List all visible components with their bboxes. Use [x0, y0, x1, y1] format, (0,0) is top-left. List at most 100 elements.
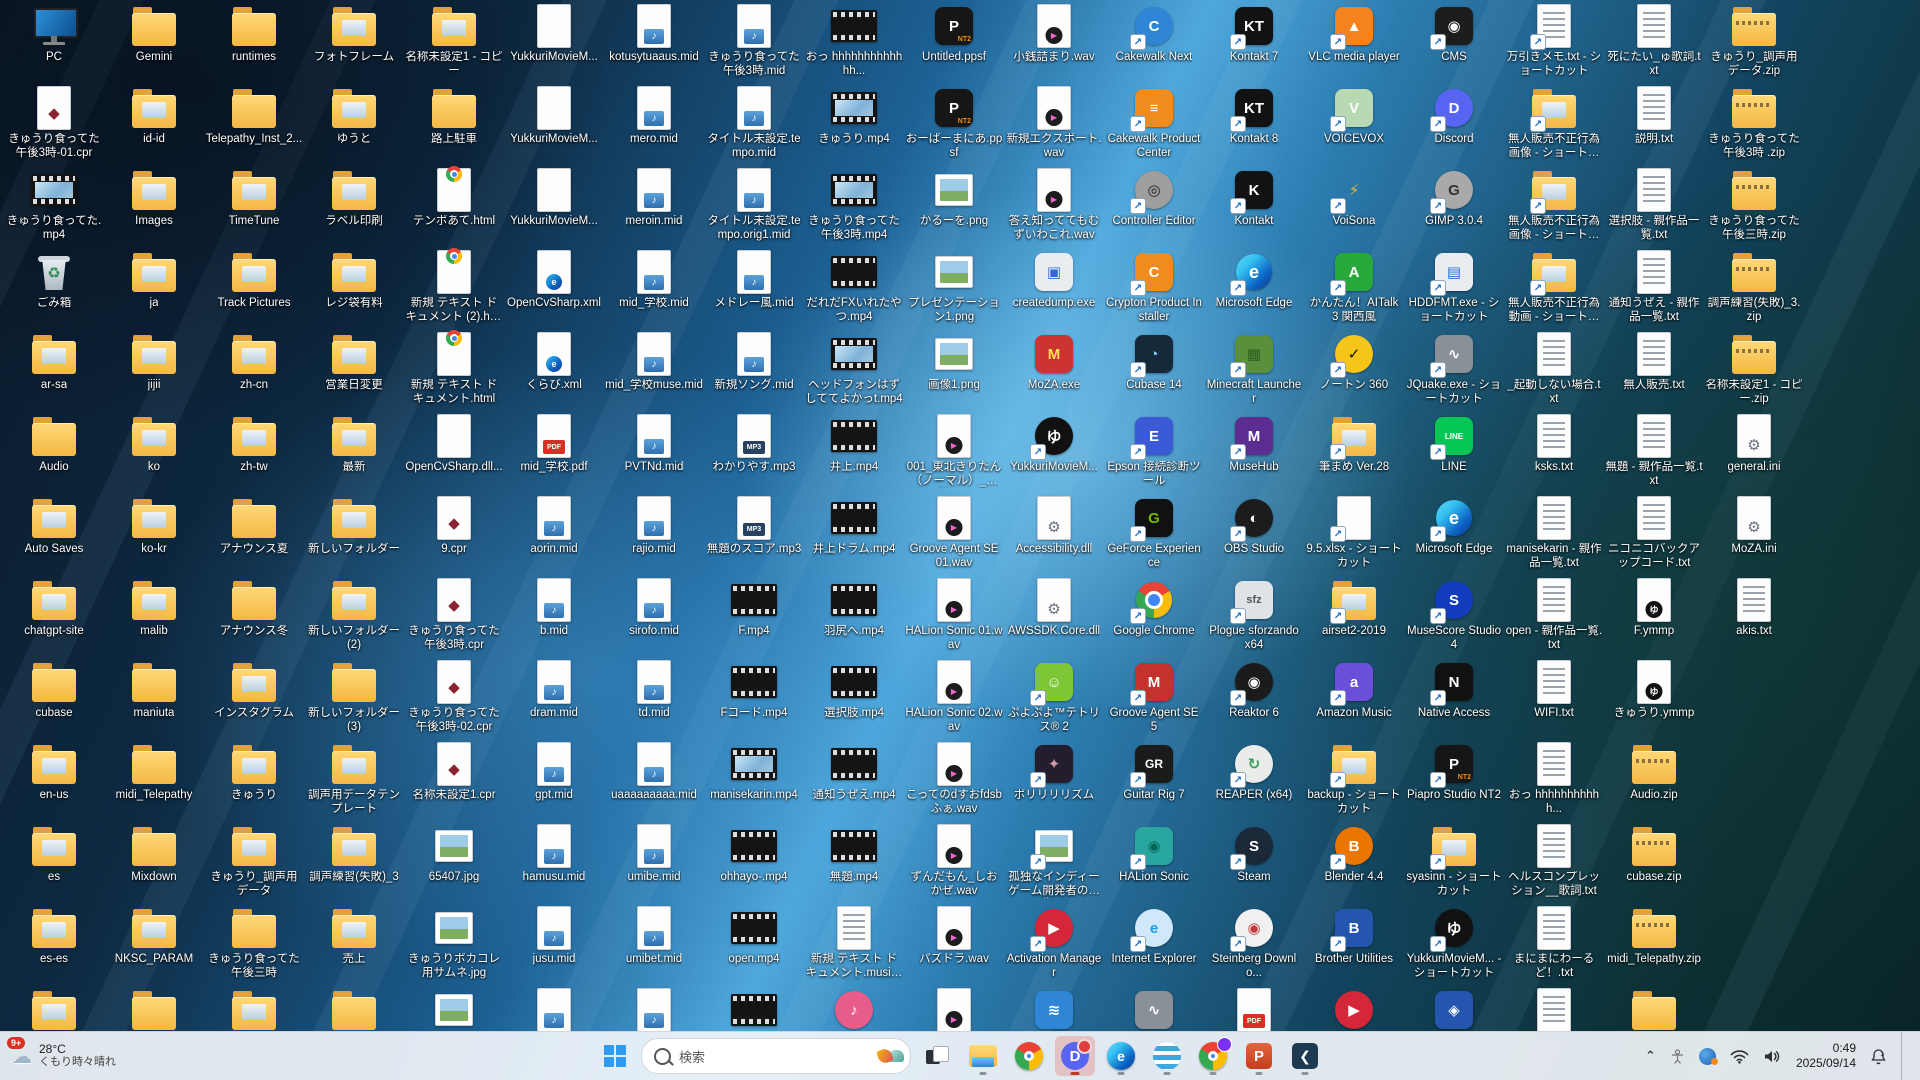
desktop-icon[interactable]: P NT2 ↗ Piapro Studio NT2	[1404, 740, 1504, 820]
weather-widget[interactable]: ☁ 9+ 28°C くもり時々晴れ	[0, 1032, 128, 1080]
desktop-icon[interactable]: ◐ ↗ OBS Studio	[1204, 494, 1304, 574]
desktop-icon[interactable]: ↗ Google Chrome	[1104, 576, 1204, 656]
desktop-icon[interactable]: 最新	[304, 412, 404, 492]
desktop-icon[interactable]: D ↗ Discord	[1404, 84, 1504, 164]
desktop-icon[interactable]: 新規 テキスト ドキュメント.musicxml	[804, 904, 904, 984]
desktop-icon[interactable]: Auto Saves	[4, 494, 104, 574]
desktop-icon[interactable]: C ↗ Cakewalk Next	[1104, 2, 1204, 82]
desktop-icon[interactable]: 無人販売.txt	[1604, 330, 1704, 410]
desktop-icon[interactable]: ♪ aorin.mid	[504, 494, 604, 574]
desktop-icon[interactable]: きゅうり食ってた.mp4	[4, 166, 104, 246]
desktop-icon[interactable]: C ↗ Crypton Product Installer	[1104, 248, 1204, 328]
taskbar-task-view-button[interactable]	[917, 1036, 957, 1076]
desktop-icon[interactable]: ♪ mid_学校muse.mid	[604, 330, 704, 410]
desktop-icon[interactable]: MP3 無題のスコア.mp3	[704, 494, 804, 574]
desktop-icon[interactable]: ▶ 新規エクスポート.wav	[1004, 84, 1104, 164]
desktop-icon[interactable]: chatgpt-site	[4, 576, 104, 656]
desktop-icon[interactable]: ↗無人販売不正行為画像 - ショートカット	[1504, 166, 1604, 246]
desktop-icon[interactable]: 売上	[304, 904, 404, 984]
desktop-icon[interactable]: 説明.txt	[1604, 84, 1704, 164]
desktop-icon[interactable]: だれだFXいれたやつ.mp4	[804, 248, 904, 328]
taskbar-chrome-profile-button[interactable]	[1193, 1036, 1233, 1076]
desktop-icon[interactable]: ゆ F.ymmp	[1604, 576, 1704, 656]
desktop-icon[interactable]: A ↗ かんたん！AITalk 3 関西風	[1304, 248, 1404, 328]
desktop-icon[interactable]: ♪ umibet.mid	[604, 904, 704, 984]
desktop-icon[interactable]: jijii	[104, 330, 204, 410]
desktop-icon[interactable]: ↗ airset2-2019	[1304, 576, 1404, 656]
volume-icon[interactable]	[1763, 1049, 1782, 1064]
desktop-icon[interactable]: Gemini	[104, 2, 204, 82]
desktop-icon[interactable]: ▣ createdump.exe	[1004, 248, 1104, 328]
desktop-icon[interactable]: 羽尻へ.mp4	[804, 576, 904, 656]
desktop-icon[interactable]: ▶ 001_東北きりたん（ノーマル）_今じゃ...	[904, 412, 1004, 492]
desktop-icon[interactable]: ▶ HALion Sonic 01.wav	[904, 576, 1004, 656]
desktop-icon[interactable]: 井上ドラム.mp4	[804, 494, 904, 574]
desktop-icon[interactable]: 営業日変更	[304, 330, 404, 410]
accessibility-icon[interactable]	[1670, 1048, 1685, 1064]
desktop-icon[interactable]: 65407.jpg	[404, 822, 504, 902]
desktop-icon[interactable]: ♪ sirofo.mid	[604, 576, 704, 656]
desktop-icon[interactable]: ◆ 名称未設定1.cpr	[404, 740, 504, 820]
desktop-icon[interactable]: 調声練習(失敗)_3.zip	[1704, 248, 1804, 328]
desktop-icon[interactable]: ◆ 9.cpr	[404, 494, 504, 574]
desktop-icon[interactable]: YukkuriMovieM...	[504, 2, 604, 82]
desktop-icon[interactable]: M ↗ Groove Agent SE 5	[1104, 658, 1204, 738]
desktop-icon[interactable]: ⚙ general.ini	[1704, 412, 1804, 492]
desktop-icon[interactable]: ↗ syasinn - ショートカット	[1404, 822, 1504, 902]
desktop-icon[interactable]: e ↗ Microsoft Edge	[1204, 248, 1304, 328]
desktop-icon[interactable]: LINE ↗ LINE	[1404, 412, 1504, 492]
clock[interactable]: 0:49 2025/09/14	[1796, 1041, 1856, 1071]
desktop-icon[interactable]: ja	[104, 248, 204, 328]
desktop-icon[interactable]: manisekarin - 親作品一覧.txt	[1504, 494, 1604, 574]
desktop-icon[interactable]: ↻ ↗ REAPER (x64)	[1204, 740, 1304, 820]
desktop-icon[interactable]: midi_Telepathy	[104, 740, 204, 820]
desktop-icon[interactable]: OpenCvSharp.dll...	[404, 412, 504, 492]
desktop-icon[interactable]: ♪ メドレー風.mid	[704, 248, 804, 328]
desktop-icon[interactable]: 調声用データテンプレート	[304, 740, 404, 820]
desktop-icon[interactable]: e OpenCvSharp.xml	[504, 248, 604, 328]
taskbar-start-button[interactable]	[595, 1036, 635, 1076]
desktop-icon[interactable]: ⚙ MoZA.ini	[1704, 494, 1804, 574]
desktop-icon[interactable]: K ↗ Kontakt	[1204, 166, 1304, 246]
desktop-icon[interactable]: ♪ mero.mid	[604, 84, 704, 164]
desktop-icon[interactable]: ♪ hamusu.mid	[504, 822, 604, 902]
desktop-icon[interactable]: きゅうり食ってた午後3時 .zip	[1704, 84, 1804, 164]
desktop-icon[interactable]: ♪ タイトル未設定.tempo.orig1.mid	[704, 166, 804, 246]
desktop-icon[interactable]: 井上.mp4	[804, 412, 904, 492]
desktop-icon[interactable]: ◉ ↗ Reaktor 6	[1204, 658, 1304, 738]
desktop-icon[interactable]: きゅうり.mp4	[804, 84, 904, 164]
desktop-icon[interactable]: M MoZA.exe	[1004, 330, 1104, 410]
desktop-icon[interactable]: ar-sa	[4, 330, 104, 410]
desktop-icon[interactable]: ◉ ↗ CMS	[1404, 2, 1504, 82]
desktop-icon[interactable]: ▤ ↗ HDDFMT.exe - ショートカット	[1404, 248, 1504, 328]
desktop-icon[interactable]: B ↗ Blender 4.4	[1304, 822, 1404, 902]
desktop-icon[interactable]: ♪ rajio.mid	[604, 494, 704, 574]
desktop-icon[interactable]: 無題.mp4	[804, 822, 904, 902]
desktop-icon[interactable]: きゅうり食ってた午後三時.zip	[1704, 166, 1804, 246]
desktop-icon[interactable]: Telepathy_Inst_2...	[204, 84, 304, 164]
desktop-icon[interactable]: e くらび.xml	[504, 330, 604, 410]
desktop-icon[interactable]: S ↗ MuseScore Studio 4	[1404, 576, 1504, 656]
desktop-icon[interactable]: ゆきゅうり.ymmp	[1604, 658, 1704, 738]
desktop-icon[interactable]: G ↗ GIMP 3.0.4	[1404, 166, 1504, 246]
desktop-icon[interactable]: おっ hhhhhhhhhhhhh...	[804, 2, 904, 82]
desktop-icon[interactable]: zh-tw	[204, 412, 304, 492]
desktop-icon[interactable]: midi_Telepathy.zip	[1604, 904, 1704, 984]
desktop-icon[interactable]: zh-cn	[204, 330, 304, 410]
desktop-icon[interactable]: ko-kr	[104, 494, 204, 574]
desktop-icon[interactable]: Track Pictures	[204, 248, 304, 328]
desktop-icon[interactable]: ニコニコバックアップコード.txt	[1604, 494, 1704, 574]
desktop-icon[interactable]: e ↗ Microsoft Edge	[1404, 494, 1504, 574]
desktop-icon[interactable]: おっ hhhhhhhhhhh...	[1504, 740, 1604, 820]
desktop-icon[interactable]: ▶ 答え知っててもむずいわこれ.wav	[1004, 166, 1104, 246]
desktop-icon[interactable]: open.mp4	[704, 904, 804, 984]
desktop-icon[interactable]: ksks.txt	[1504, 412, 1604, 492]
desktop-icon[interactable]: 選択肢.mp4	[804, 658, 904, 738]
desktop-icon[interactable]: ↗ 万引きメモ.txt - ショートカット	[1504, 2, 1604, 82]
desktop-icon[interactable]: ラベル印刷	[304, 166, 404, 246]
taskbar-cubase-button[interactable]: ❮	[1285, 1036, 1325, 1076]
desktop-icon[interactable]: MP3 わかりやす.mp3	[704, 412, 804, 492]
desktop-icon[interactable]: まにまにわーるど！.txt	[1504, 904, 1604, 984]
desktop-icon[interactable]: 選択肢 - 親作品一覧.txt	[1604, 166, 1704, 246]
desktop-icon[interactable]: PDF mid_学校.pdf	[504, 412, 604, 492]
